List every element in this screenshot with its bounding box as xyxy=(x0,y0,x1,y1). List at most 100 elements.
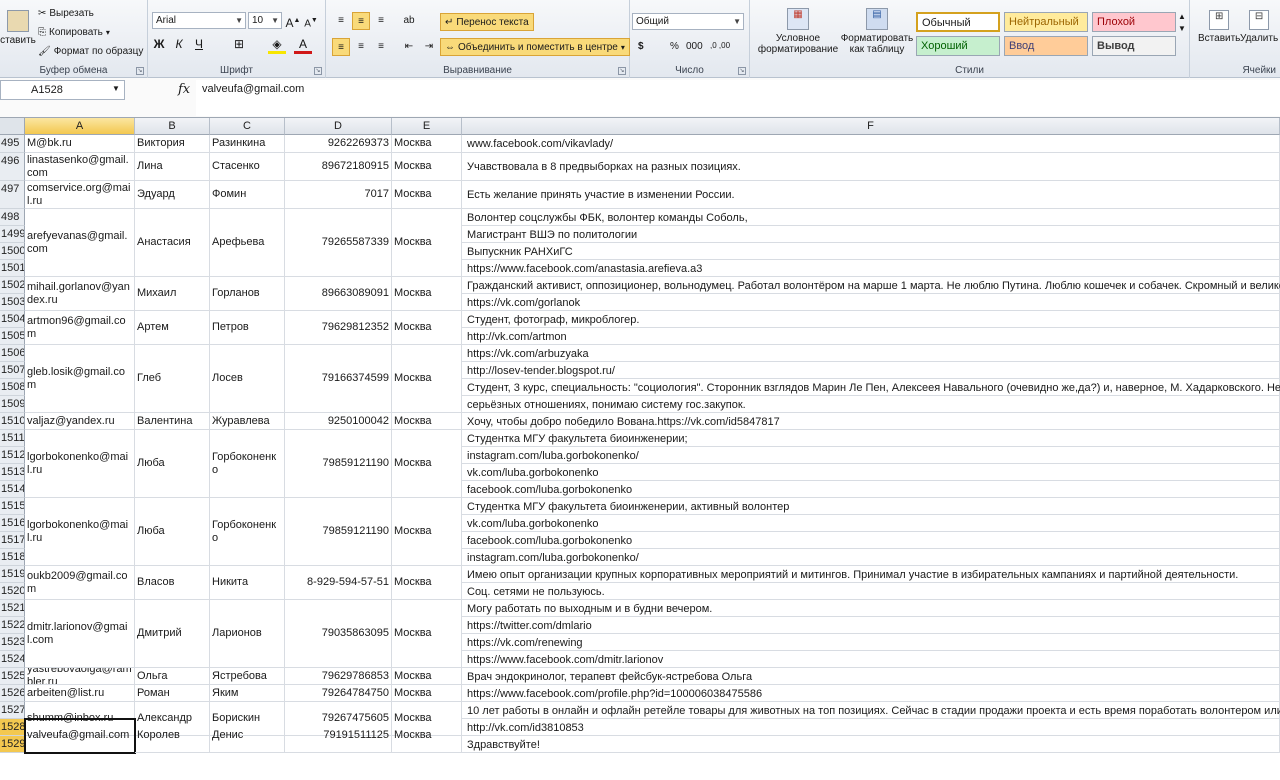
column-header-d[interactable]: D xyxy=(285,118,392,135)
row-header[interactable]: 1519 xyxy=(0,566,25,583)
cell-d-4[interactable]: 89663089091 xyxy=(285,277,392,311)
row-header[interactable]: 496 xyxy=(0,153,25,181)
font-name-combo[interactable]: Arial ▼ xyxy=(152,12,246,29)
cell-c-11[interactable]: Ларионов xyxy=(210,600,285,668)
cell-c-0[interactable]: Разинкина xyxy=(210,135,285,153)
cell-e-7[interactable]: Москва xyxy=(392,413,462,430)
cell-f-line[interactable]: www.facebook.com/vikavlady/ xyxy=(467,136,1280,152)
decrease-indent-icon[interactable]: ⇤ xyxy=(400,38,418,56)
copy-button[interactable]: ⎘ Копировать ▾ xyxy=(38,27,110,38)
row-header[interactable]: 1527 xyxy=(0,702,25,719)
cell-d-10[interactable]: 8-929-594-57-51 xyxy=(285,566,392,600)
cell-d-9[interactable]: 79859121190 xyxy=(285,498,392,566)
style-normal[interactable]: Обычный xyxy=(916,12,1000,32)
cell-f-line[interactable]: Магистрант ВШЭ по политологии xyxy=(467,227,1280,243)
cell-d-15[interactable]: 79191511125 xyxy=(285,719,392,753)
cell-e-10[interactable]: Москва xyxy=(392,566,462,600)
cell-b-6[interactable]: Глеб xyxy=(135,345,210,413)
row-header[interactable]: 1502 xyxy=(0,277,25,294)
format-painter-button[interactable]: 🖌 Формат по образцу xyxy=(38,46,143,57)
cell-f-line[interactable]: Выпускник РАНХиГС xyxy=(467,244,1280,260)
insert-cells-button[interactable]: ⊞ Вставить xyxy=(1198,10,1240,44)
cell-b-10[interactable]: Власов xyxy=(135,566,210,600)
cell-a-3[interactable]: arefyevanas@gmail.com xyxy=(25,209,135,277)
cell-e-9[interactable]: Москва xyxy=(392,498,462,566)
cell-a-4[interactable]: mihail.gorlanov@yandex.ru xyxy=(25,277,135,311)
font-launcher-icon[interactable]: ↘ xyxy=(314,67,322,75)
alignment-launcher-icon[interactable]: ↘ xyxy=(618,67,626,75)
cell-b-5[interactable]: Артем xyxy=(135,311,210,345)
align-right-icon[interactable]: ≡ xyxy=(372,38,390,56)
cut-button[interactable]: ✂ Вырезать xyxy=(38,8,94,19)
cell-f-line[interactable]: vk.com/luba.gorbokonenko xyxy=(467,465,1280,481)
row-header[interactable]: 1517 xyxy=(0,532,25,549)
row-header[interactable]: 1522 xyxy=(0,617,25,634)
row-header[interactable]: 1521 xyxy=(0,600,25,617)
row-header[interactable]: 1508 xyxy=(0,379,25,396)
cell-f-line[interactable]: https://twitter.com/dmlario xyxy=(467,618,1280,634)
cell-a-0[interactable]: M@bk.ru xyxy=(25,135,135,153)
cell-e-3[interactable]: Москва xyxy=(392,209,462,277)
clipboard-launcher-icon[interactable]: ↘ xyxy=(136,67,144,75)
row-header[interactable]: 1523 xyxy=(0,634,25,651)
cell-c-9[interactable]: Горбоконенко xyxy=(210,498,285,566)
cell-f-line[interactable]: Здравствуйте! xyxy=(467,737,1280,753)
column-header-f[interactable]: F xyxy=(462,118,1280,135)
row-header[interactable]: 1516 xyxy=(0,515,25,532)
cell-c-5[interactable]: Петров xyxy=(210,311,285,345)
cell-f-line[interactable]: instagram.com/luba.gorbokonenko/ xyxy=(467,550,1280,566)
align-bottom-icon[interactable]: ≡ xyxy=(372,12,390,30)
cell-f-line[interactable]: http://vk.com/artmon xyxy=(467,329,1280,345)
cell-f-line[interactable]: Учавствовала в 8 предвыборках на разных … xyxy=(467,159,1280,175)
underline-button[interactable]: Ч xyxy=(190,36,208,54)
cell-f-line[interactable]: https://www.facebook.com/anastasia.arefi… xyxy=(467,261,1280,277)
row-header[interactable]: 1505 xyxy=(0,328,25,345)
cell-c-7[interactable]: Журавлева xyxy=(210,413,285,430)
cell-b-0[interactable]: Виктория xyxy=(135,135,210,153)
cell-f-line[interactable]: Соц. сетями не пользуюсь. xyxy=(467,584,1280,600)
row-header[interactable]: 1510 xyxy=(0,413,25,430)
cell-d-1[interactable]: 89672180915 xyxy=(285,153,392,181)
cell-f-line[interactable]: https://vk.com/gorlanok xyxy=(467,295,1280,311)
name-box[interactable]: A1528 xyxy=(0,80,125,100)
cell-e-6[interactable]: Москва xyxy=(392,345,462,413)
number-format-combo[interactable]: Общий ▼ xyxy=(632,13,744,30)
cell-d-3[interactable]: 79265587339 xyxy=(285,209,392,277)
borders-icon[interactable]: ⊞ xyxy=(230,36,248,54)
bold-button[interactable]: Ж xyxy=(150,36,168,54)
row-header[interactable]: 1504 xyxy=(0,311,25,328)
cell-f-line[interactable]: Волонтер соцслужбы ФБК, волонтер команды… xyxy=(467,210,1280,226)
row-header[interactable]: 1514 xyxy=(0,481,25,498)
paste-button[interactable]: ставить xyxy=(0,10,36,46)
cell-c-12[interactable]: Ястребова xyxy=(210,668,285,685)
cell-a-5[interactable]: artmon96@gmail.com xyxy=(25,311,135,345)
align-left-icon[interactable]: ≡ xyxy=(332,38,350,56)
select-all-corner[interactable] xyxy=(0,118,25,135)
cell-f-line[interactable]: Имею опыт организации крупных корпоратив… xyxy=(467,567,1280,583)
cell-f-line[interactable]: vk.com/luba.gorbokonenko xyxy=(467,516,1280,532)
cell-b-13[interactable]: Роман xyxy=(135,685,210,702)
align-center-icon[interactable]: ≡ xyxy=(352,38,370,56)
row-header[interactable]: 1526 xyxy=(0,685,25,702)
merge-center-button[interactable]: ⇔ Объединить и поместить в центре ▾ xyxy=(440,38,630,56)
row-header[interactable]: 1511 xyxy=(0,430,25,447)
cell-a-15[interactable]: valveufa@gmail.com xyxy=(24,718,136,754)
cell-a-1[interactable]: linastasenko@gmail.com xyxy=(25,153,135,181)
percent-button[interactable]: % xyxy=(670,41,679,52)
cell-f-line[interactable]: facebook.com/luba.gorbokonenko xyxy=(467,533,1280,549)
cell-e-13[interactable]: Москва xyxy=(392,685,462,702)
increase-decimal-icon[interactable]: ,0 ,00 xyxy=(710,41,730,50)
cell-f-line[interactable]: Студентка МГУ факультета биоинженерии; xyxy=(467,431,1280,447)
wrap-text-button[interactable]: ↵ Перенос текста xyxy=(440,13,534,31)
cell-f-line[interactable]: http://vk.com/id3810853 xyxy=(467,720,1280,736)
row-header[interactable]: 1499 xyxy=(0,226,25,243)
cell-a-9[interactable]: lgorbokonenko@mail.ru xyxy=(25,498,135,566)
cell-a-7[interactable]: valjaz@yandex.ru xyxy=(25,413,135,430)
cell-e-5[interactable]: Москва xyxy=(392,311,462,345)
style-bad[interactable]: Плохой xyxy=(1092,12,1176,32)
cell-f-line[interactable]: facebook.com/luba.gorbokonenko xyxy=(467,482,1280,498)
cell-a-13[interactable]: arbeiten@list.ru xyxy=(25,685,135,702)
row-header[interactable]: 1500 xyxy=(0,243,25,260)
italic-button[interactable]: К xyxy=(170,36,188,54)
row-header[interactable]: 1528 xyxy=(0,719,25,736)
